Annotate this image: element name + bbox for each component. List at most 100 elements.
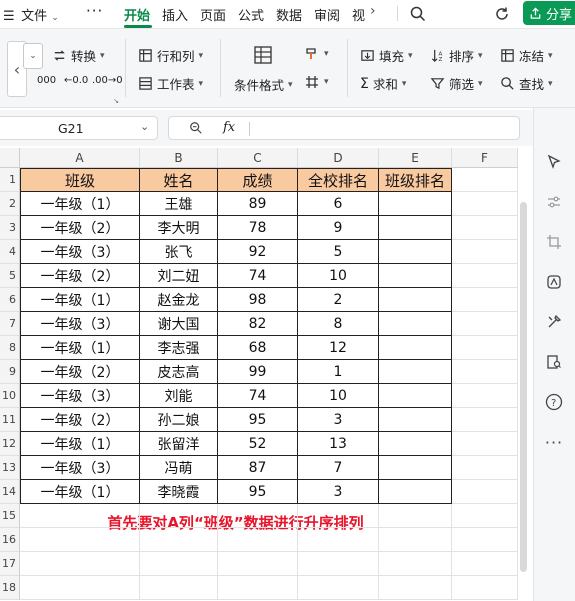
column-header[interactable]: A — [20, 148, 140, 168]
row-header[interactable]: 11 — [0, 408, 20, 432]
table-cell[interactable]: 一年级（2） — [20, 264, 140, 288]
table-cell[interactable]: 6 — [298, 192, 379, 216]
table-cell[interactable]: 10 — [298, 264, 379, 288]
table-cell[interactable]: 皮志高 — [140, 360, 218, 384]
table-cell[interactable]: 李晓霞 — [140, 480, 218, 504]
zoom-icon[interactable] — [189, 121, 203, 138]
table-cell[interactable] — [379, 456, 452, 480]
tab-formula[interactable]: 公式 — [238, 5, 264, 24]
refresh-icon[interactable] — [492, 4, 512, 24]
column-header[interactable]: F — [452, 148, 518, 168]
table-cell[interactable]: 一年级（2） — [20, 216, 140, 240]
row-header[interactable]: 10 — [0, 384, 20, 408]
tools-icon[interactable] — [544, 312, 564, 332]
table-cell[interactable] — [379, 480, 452, 504]
table-cell[interactable]: 1 — [298, 360, 379, 384]
help-icon[interactable]: ? — [544, 392, 564, 412]
row-header[interactable]: 9 — [0, 360, 20, 384]
row-header[interactable]: 6 — [0, 288, 20, 312]
name-box[interactable]: G21 ⌄ — [0, 116, 158, 140]
cursor-icon[interactable] — [544, 152, 564, 172]
row-header[interactable]: 2 — [0, 192, 20, 216]
column-header[interactable]: E — [379, 148, 452, 168]
table-header-cell[interactable]: 姓名 — [140, 168, 218, 192]
row-header[interactable]: 5 — [0, 264, 20, 288]
row-header[interactable]: 3 — [0, 216, 20, 240]
conditional-format-icon[interactable] — [252, 44, 274, 66]
table-cell[interactable]: 13 — [298, 432, 379, 456]
column-header[interactable]: D — [298, 148, 379, 168]
table-cell[interactable]: 12 — [298, 336, 379, 360]
crop-icon[interactable] — [544, 232, 564, 252]
table-cell[interactable]: 张飞 — [140, 240, 218, 264]
tab-review[interactable]: 审阅 — [314, 5, 340, 24]
tab-page[interactable]: 页面 — [200, 5, 226, 24]
table-cell[interactable] — [379, 192, 452, 216]
conditional-format-button[interactable]: 条件格式 ▾ — [234, 75, 293, 94]
table-cell[interactable] — [379, 384, 452, 408]
row-header[interactable]: 14 — [0, 480, 20, 504]
table-cell[interactable] — [379, 336, 452, 360]
table-header-cell[interactable]: 班级排名 — [379, 168, 452, 192]
chevron-right-icon[interactable]: › — [370, 3, 376, 19]
table-cell[interactable]: 95 — [218, 480, 298, 504]
table-cell[interactable]: 10 — [298, 384, 379, 408]
table-cell[interactable]: 52 — [218, 432, 298, 456]
table-cell[interactable]: 孙二娘 — [140, 408, 218, 432]
column-header[interactable]: C — [218, 148, 298, 168]
table-cell[interactable]: 89 — [218, 192, 298, 216]
format-dropdown[interactable]: ⌄ — [23, 43, 43, 69]
table-cell[interactable]: 92 — [218, 240, 298, 264]
table-cell[interactable]: 2 — [298, 288, 379, 312]
table-cell[interactable]: 82 — [218, 312, 298, 336]
table-cell[interactable]: 一年级（1） — [20, 192, 140, 216]
column-header[interactable]: B — [140, 148, 218, 168]
table-cell[interactable]: 一年级（3） — [20, 240, 140, 264]
table-cell[interactable]: 一年级（1） — [20, 288, 140, 312]
convert-button[interactable]: 转换 ▾ — [52, 46, 105, 65]
row-header[interactable]: 12 — [0, 432, 20, 456]
scrollbar-thumb[interactable] — [520, 202, 527, 572]
table-cell[interactable]: 张留洋 — [140, 432, 218, 456]
fx-icon[interactable]: fx — [223, 120, 235, 135]
row-header[interactable]: 8 — [0, 336, 20, 360]
table-cell[interactable]: 68 — [218, 336, 298, 360]
table-cell[interactable]: 9 — [298, 216, 379, 240]
table-cell[interactable]: 王雄 — [140, 192, 218, 216]
find-button[interactable]: 查找 ▾ — [500, 74, 553, 93]
share-button[interactable]: 分享 — [523, 1, 575, 25]
row-header[interactable]: 1 — [0, 168, 20, 192]
table-cell[interactable]: 刘二妞 — [140, 264, 218, 288]
freeze-button[interactable]: 冻结 ▾ — [500, 46, 553, 65]
increase-decimal-button[interactable]: ←0.0 — [64, 75, 88, 86]
decrease-decimal-button[interactable]: .00→0 — [92, 75, 123, 86]
row-header[interactable]: 16 — [0, 528, 20, 552]
book-search-icon[interactable] — [544, 352, 564, 372]
row-header[interactable]: 17 — [0, 552, 20, 576]
select-all-corner[interactable] — [0, 148, 20, 168]
row-header[interactable]: 18 — [0, 576, 20, 600]
filter-button[interactable]: 筛选 ▾ — [430, 74, 483, 93]
table-cell[interactable]: 78 — [218, 216, 298, 240]
table-cell[interactable] — [379, 288, 452, 312]
sum-button[interactable]: Σ 求和 ▾ — [360, 74, 406, 93]
rows-cols-button[interactable]: 行和列 ▾ — [138, 46, 203, 65]
dialog-launcher-icon[interactable]: ↘ — [112, 97, 120, 105]
table-cell[interactable]: 一年级（3） — [20, 384, 140, 408]
row-header[interactable]: 13 — [0, 456, 20, 480]
chevron-down-icon[interactable]: ⌄ — [140, 120, 149, 133]
table-cell[interactable]: 李志强 — [140, 336, 218, 360]
worksheet-button[interactable]: 工作表 ▾ — [138, 74, 203, 93]
table-header-cell[interactable]: 班级 — [20, 168, 140, 192]
vertical-scrollbar[interactable] — [518, 172, 528, 601]
cell-style-button[interactable]: ▾ — [304, 46, 329, 62]
more-options-icon[interactable]: ··· — [544, 432, 564, 452]
file-menu[interactable]: ☰ 文件 ⌄ — [3, 5, 59, 24]
ai-format-icon[interactable] — [544, 272, 564, 292]
table-cell[interactable]: 5 — [298, 240, 379, 264]
table-cell[interactable]: 一年级（3） — [20, 456, 140, 480]
table-cell[interactable]: 冯萌 — [140, 456, 218, 480]
table-cell[interactable]: 87 — [218, 456, 298, 480]
table-cell[interactable] — [379, 240, 452, 264]
sort-button[interactable]: AZ 排序 ▾ — [430, 46, 483, 65]
